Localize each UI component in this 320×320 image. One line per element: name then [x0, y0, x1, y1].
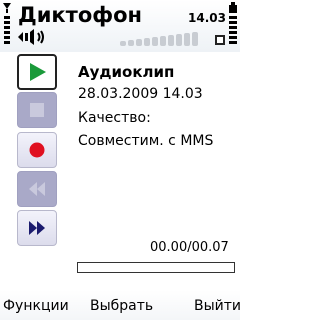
clip-datetime: 28.03.2009 14.03 [78, 86, 203, 102]
playback-time: 00.00/00.07 [150, 240, 229, 255]
select-softkey[interactable]: Выбрать [90, 298, 153, 314]
clip-name: Аудиоклип [78, 63, 175, 81]
quality-label: Качество: [78, 110, 151, 126]
stop-icon [30, 103, 44, 117]
battery-level-icon [229, 2, 237, 44]
playback-progress-bar[interactable] [77, 262, 235, 273]
record-icon [29, 142, 45, 158]
rewind-button[interactable] [17, 171, 57, 207]
rewind-icon [29, 182, 45, 196]
app-title: Диктофон [18, 3, 143, 27]
status-bar: Диктофон 14.03 [0, 0, 240, 52]
speaker-volume-icon [18, 29, 44, 45]
record-button[interactable] [17, 132, 57, 168]
memory-card-icon [215, 35, 225, 45]
volume-level-indicator [120, 32, 198, 46]
play-button[interactable] [17, 54, 57, 90]
options-softkey[interactable]: Функции [3, 298, 69, 314]
fast-forward-icon [29, 221, 45, 235]
softkey-bar: Функции Выбрать Выйти [0, 290, 241, 320]
fast-forward-button[interactable] [17, 210, 57, 246]
exit-softkey[interactable]: Выйти [194, 298, 241, 314]
stop-button[interactable] [17, 92, 57, 128]
signal-strength-icon [3, 3, 11, 44]
quality-value: Совместим. с MMS [78, 133, 214, 149]
play-icon [30, 63, 46, 81]
clock: 14.03 [188, 11, 226, 25]
